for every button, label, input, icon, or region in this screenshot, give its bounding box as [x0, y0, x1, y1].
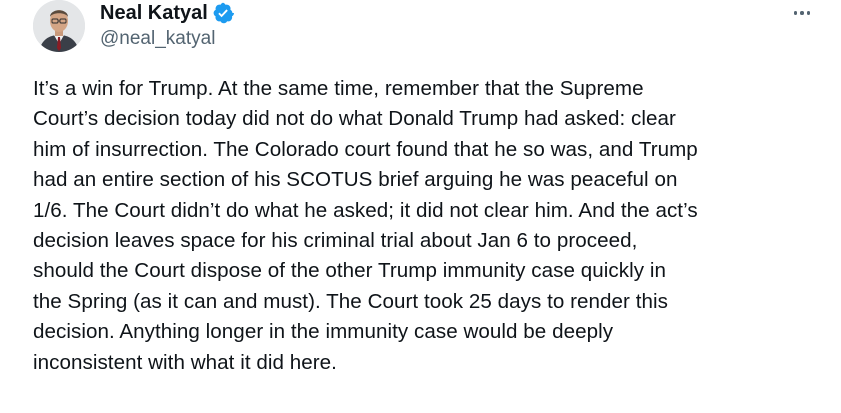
name-row: Neal Katyal: [100, 0, 234, 26]
author-display-name[interactable]: Neal Katyal: [100, 0, 208, 26]
more-options-icon: [806, 11, 811, 15]
person-avatar-icon: [33, 0, 85, 52]
author-avatar[interactable]: [33, 0, 85, 52]
author-handle[interactable]: @neal_katyal: [100, 26, 234, 52]
tweet-card: Neal Katyal @neal_katyal It’s a win for …: [0, 0, 841, 413]
more-options-icon: [800, 11, 804, 15]
more-options-icon: [793, 11, 798, 15]
author-identity: Neal Katyal @neal_katyal: [100, 0, 234, 52]
more-options-button[interactable]: [787, 2, 817, 24]
verified-badge-icon[interactable]: [212, 2, 234, 24]
tweet-text: It’s a win for Trump. At the same time, …: [33, 77, 698, 374]
